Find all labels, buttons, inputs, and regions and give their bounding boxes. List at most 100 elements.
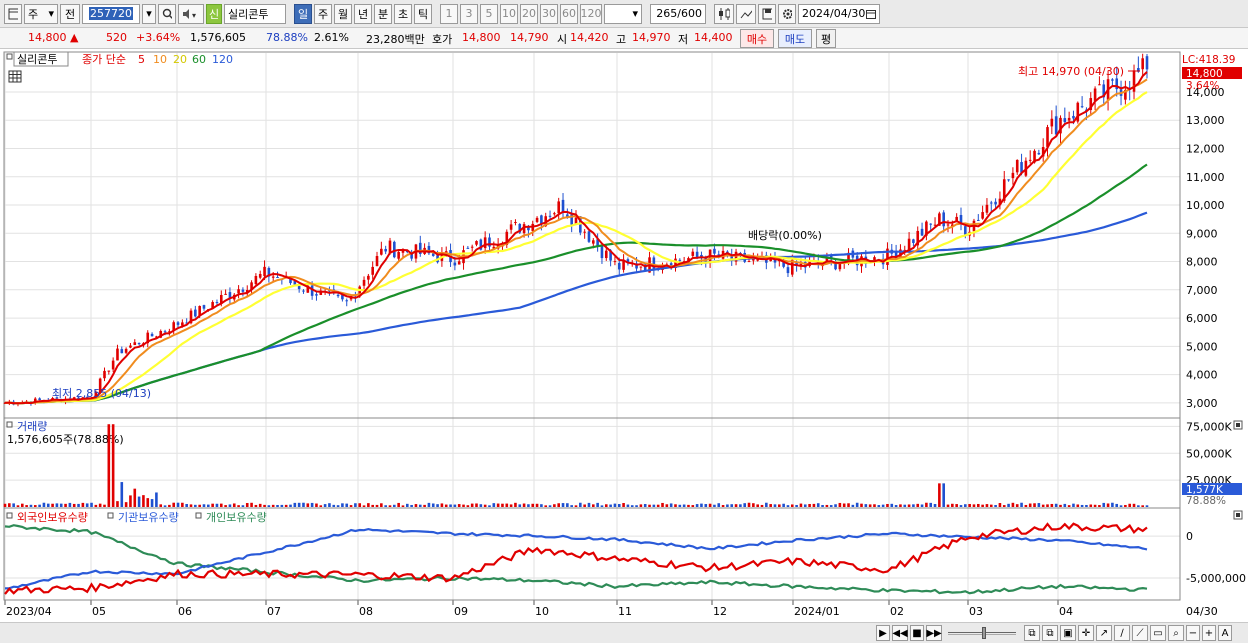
count-field[interactable]: 265/600 [650, 3, 706, 24]
tab-period-year[interactable]: 년 [354, 3, 372, 24]
volume-bar [1111, 502, 1114, 507]
scroll-right-button[interactable]: ▶ [876, 625, 890, 641]
volume-bar [890, 503, 894, 507]
candle-body [380, 248, 383, 255]
volume-panel-close-icon[interactable] [1233, 420, 1243, 430]
gear-icon[interactable] [778, 3, 796, 24]
eval-button[interactable]: 평 [816, 29, 836, 48]
overlay-icon[interactable]: ⧉ [1042, 625, 1058, 641]
volume-bar [107, 424, 111, 507]
interval-3[interactable]: 3 [460, 3, 478, 24]
volume-bar [38, 504, 41, 507]
tab-period-minute[interactable]: 분 [374, 3, 392, 24]
zoom-in-icon[interactable]: + [1202, 625, 1216, 641]
volume-bar [418, 504, 422, 507]
line-tool-icon[interactable] [736, 3, 756, 24]
copy-icon[interactable]: ⧉ [1024, 625, 1040, 641]
volume-bar [401, 505, 405, 507]
tab-period-day[interactable]: 일 [294, 3, 312, 24]
interval-10[interactable]: 10 [500, 3, 518, 24]
buy-button[interactable]: 매수 [740, 29, 774, 48]
tab-period-tick[interactable]: 틱 [414, 3, 432, 24]
open-label: 시 [557, 33, 568, 46]
trend-line-icon[interactable]: ↗ [1096, 625, 1112, 641]
period-select[interactable]: 주 ▾ [24, 3, 58, 24]
volume-bar [514, 502, 517, 507]
legend-ma-title: 종가 단순 [82, 53, 126, 66]
zoom-slider-handle[interactable] [982, 627, 986, 639]
candle-body [964, 226, 967, 235]
volume-bar [691, 505, 695, 507]
volume-bar [8, 503, 11, 507]
volume-bar [752, 503, 755, 507]
tab-period-month[interactable]: 월 [334, 3, 352, 24]
candle-body [271, 276, 275, 278]
volume-bar [652, 504, 656, 507]
code-dropdown-button[interactable]: ▾ [142, 3, 156, 24]
draw-line-icon[interactable]: ∕ [1114, 625, 1130, 641]
zoom-out-icon[interactable]: − [1186, 625, 1200, 641]
volume-bar [81, 502, 85, 507]
volume-bar [1098, 505, 1101, 507]
volume-bar [263, 504, 266, 507]
volume-bar [349, 505, 353, 507]
sell-button[interactable]: 매도 [778, 29, 812, 48]
date-tick-label: 10 [535, 605, 549, 618]
price-tick-label: 7,000 [1186, 284, 1218, 297]
prev-button[interactable]: 전 [60, 3, 80, 24]
legend-ma60: 60 [192, 53, 206, 66]
candle-body [224, 293, 227, 295]
interval-5[interactable]: 5 [480, 3, 498, 24]
tab-period-week[interactable]: 주 [314, 3, 332, 24]
volume-bar [159, 504, 163, 507]
interval-dropdown[interactable]: ▾ [604, 3, 642, 24]
layout-icon[interactable] [4, 3, 22, 24]
compare-icon[interactable]: ▣ [1060, 625, 1076, 641]
svg-text:▾: ▾ [192, 11, 196, 20]
candle-body [466, 247, 470, 249]
candle-body [1011, 172, 1015, 179]
date-field[interactable]: 2024/04/30 [798, 3, 880, 24]
candle-body [362, 279, 366, 286]
candle-body [137, 342, 141, 345]
volume-bar [98, 503, 102, 507]
volume-bar [553, 504, 556, 507]
stock-chart[interactable]: 실리콘투 종가 단순 5 10 20 60 120 14,00013,00012… [0, 49, 1248, 622]
volume-bar [103, 504, 106, 507]
interval-20[interactable]: 20 [520, 3, 538, 24]
candle-type-icon[interactable] [714, 3, 734, 24]
scroll-last-button[interactable]: ▶▶ [926, 625, 942, 641]
volume-bar [198, 504, 201, 507]
stop-button[interactable]: ■ [910, 625, 924, 641]
volume-bar [968, 503, 971, 507]
volume-bar [293, 502, 297, 507]
volume-bar [1128, 503, 1131, 507]
stock-code-input[interactable]: 257720 [82, 3, 140, 24]
interval-60[interactable]: 60 [560, 3, 578, 24]
shape-icon[interactable]: ▭ [1150, 625, 1166, 641]
search-icon[interactable] [158, 3, 176, 24]
volume-bar [94, 504, 98, 507]
interval-120[interactable]: 120 [580, 3, 602, 24]
crosshair-icon[interactable]: ✛ [1078, 625, 1094, 641]
volume-bar [341, 503, 344, 507]
speaker-icon[interactable]: ▾ [178, 3, 204, 24]
volume-bar [16, 505, 20, 507]
holdings-panel-close-icon[interactable] [1233, 510, 1243, 520]
table-icon[interactable] [8, 70, 22, 83]
interval-30[interactable]: 30 [540, 3, 558, 24]
font-size-icon[interactable]: A [1218, 625, 1232, 641]
volume-bar [570, 505, 573, 507]
legend-ma10: 10 [153, 53, 167, 66]
interval-1[interactable]: 1 [440, 3, 458, 24]
candle-body [475, 241, 478, 245]
volume-bar [1002, 505, 1006, 507]
volume-bar [323, 504, 327, 507]
tab-period-second[interactable]: 초 [394, 3, 412, 24]
measure-icon[interactable]: ⟋ [1132, 625, 1148, 641]
price-tick-label: 8,000 [1186, 256, 1218, 269]
scroll-first-button[interactable]: ◀◀ [892, 625, 908, 641]
save-icon[interactable] [758, 3, 776, 24]
volume-bar [579, 502, 582, 507]
zoom-search-icon[interactable]: ⌕ [1168, 625, 1184, 641]
